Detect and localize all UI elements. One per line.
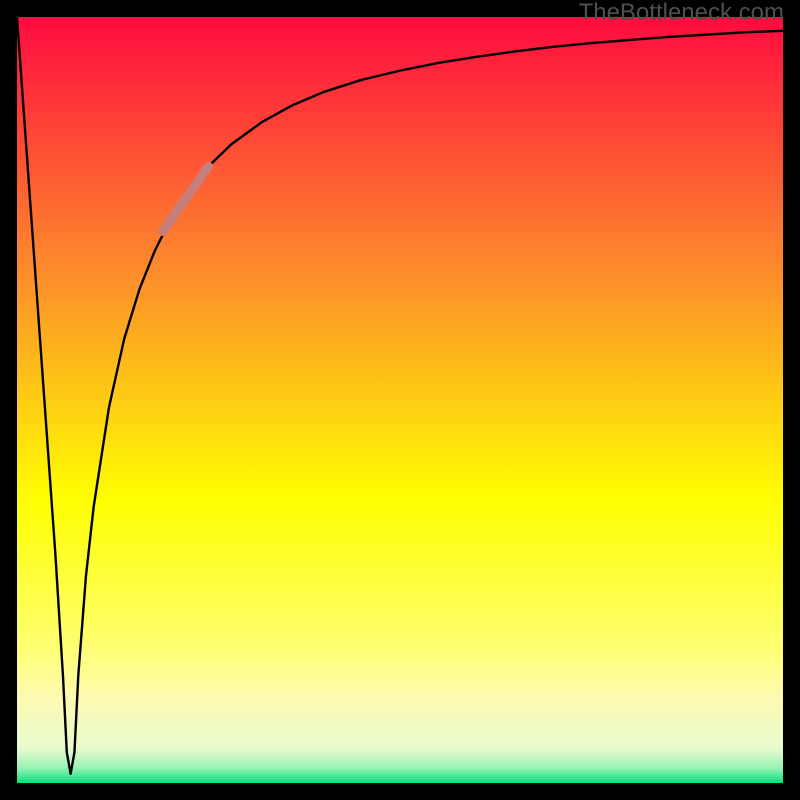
chart-frame: TheBottleneck.com [0, 0, 800, 800]
chart-svg [17, 17, 783, 783]
gradient-background [17, 17, 783, 783]
plot-area [17, 17, 783, 783]
watermark-text: TheBottleneck.com [579, 0, 784, 27]
